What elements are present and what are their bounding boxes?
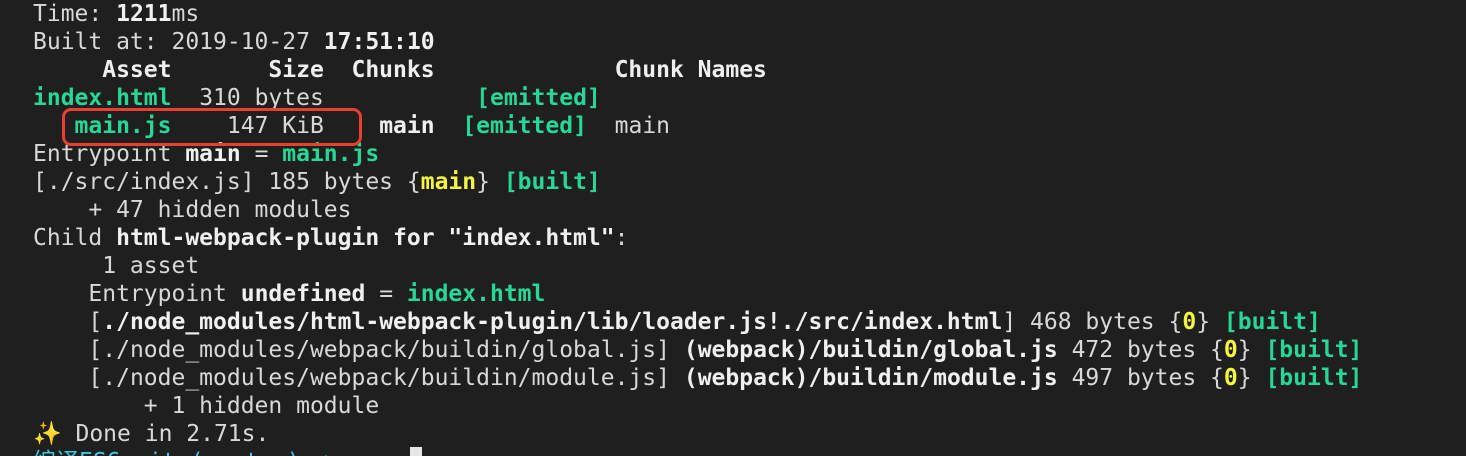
asset-status: [emitted] bbox=[462, 113, 587, 139]
module-path: ./node_modules/webpack/buildin/global.js bbox=[102, 337, 657, 363]
child-entry-name: undefined bbox=[240, 281, 366, 307]
asset-table-header: Asset Size Chunks Chunk Names bbox=[33, 57, 767, 83]
module-size: 185 bytes { bbox=[254, 169, 421, 195]
module-size: 472 bytes { bbox=[1057, 337, 1224, 363]
module-bracket-open: [ bbox=[33, 365, 103, 391]
hidden-modules-line: + 47 hidden modules bbox=[33, 197, 352, 223]
done-line: ✨ Done in 2.71s. bbox=[33, 420, 269, 448]
child-entry-eq: = bbox=[365, 281, 407, 307]
module-brace: } bbox=[1196, 309, 1224, 335]
terminal-cursor bbox=[410, 447, 422, 456]
asset-chunk: main bbox=[379, 113, 435, 139]
module-size: 468 bytes { bbox=[1016, 309, 1183, 335]
module-path: ./node_modules/html-webpack-plugin/lib/l… bbox=[102, 309, 1003, 335]
module-status: [built] bbox=[1265, 337, 1363, 363]
prompt-line: 编译ES6 git:(master) ✗ bbox=[33, 448, 328, 456]
module-chunk: 0 bbox=[1223, 365, 1238, 391]
module-brace: } bbox=[1237, 365, 1266, 391]
module-status: [built] bbox=[1223, 309, 1321, 335]
child-entry-file: index.html bbox=[406, 281, 546, 307]
child-module-line: [./node_modules/webpack/buildin/module.j… bbox=[33, 364, 1362, 392]
time-line: Time: 1211ms bbox=[33, 0, 199, 28]
time-label: Time: bbox=[33, 1, 117, 27]
module-status: [built] bbox=[503, 169, 601, 195]
sparkles-icon: ✨ bbox=[33, 421, 62, 447]
built-label: Built at: 2019-10-27 bbox=[33, 29, 324, 55]
module-alias: (webpack)/buildin/global.js bbox=[683, 337, 1058, 363]
built-at-line: Built at: 2019-10-27 17:51:10 bbox=[33, 28, 435, 56]
module-bracket-close: ] bbox=[656, 365, 684, 391]
child-line: Child html-webpack-plugin for "index.htm… bbox=[33, 224, 628, 252]
child-entry-label: Entrypoint bbox=[33, 281, 241, 307]
module-status: [built] bbox=[1265, 365, 1363, 391]
child-colon: : bbox=[614, 225, 629, 251]
module-bracket-open: [ bbox=[33, 337, 103, 363]
child-assets-line: 1 asset bbox=[33, 253, 200, 279]
child-hidden-line: + 1 hidden module bbox=[33, 393, 380, 419]
module-chunk: main bbox=[420, 169, 477, 195]
time-unit: ms bbox=[171, 1, 200, 27]
terminal-window[interactable]: Time: 1211ms Built at: 2019-10-27 17:51:… bbox=[0, 0, 1466, 456]
module-bracket-close: ] bbox=[1002, 309, 1017, 335]
asset-status: [emitted] bbox=[476, 85, 601, 111]
child-module-line: [./node_modules/webpack/buildin/global.j… bbox=[33, 336, 1362, 364]
module-path: ./node_modules/webpack/buildin/module.js bbox=[102, 365, 657, 391]
child-module-line: [./node_modules/html-webpack-plugin/lib/… bbox=[33, 308, 1321, 336]
done-text: Done in 2.71s. bbox=[61, 421, 270, 447]
module-line: [./src/index.js] 185 bytes {main} [built… bbox=[33, 168, 601, 196]
time-value: 1211 bbox=[116, 1, 172, 27]
highlight-annotation-box bbox=[62, 108, 362, 146]
asset-chunk-name: main bbox=[614, 113, 671, 139]
child-entrypoint-line: Entrypoint undefined = index.html bbox=[33, 280, 545, 308]
module-chunk: 0 bbox=[1182, 309, 1197, 335]
module-chunk: 0 bbox=[1223, 337, 1238, 363]
module-path: [./src/index.js] bbox=[33, 169, 255, 195]
child-label: Child bbox=[33, 225, 117, 251]
built-time: 17:51:10 bbox=[323, 29, 435, 55]
module-alias: (webpack)/buildin/module.js bbox=[683, 365, 1058, 391]
child-name: html-webpack-plugin for "index.html" bbox=[116, 225, 615, 251]
module-brace: } bbox=[476, 169, 504, 195]
module-bracket-close: ] bbox=[656, 337, 684, 363]
module-brace: } bbox=[1237, 337, 1266, 363]
module-size: 497 bytes { bbox=[1057, 365, 1224, 391]
module-bracket-open: [ bbox=[33, 309, 103, 335]
